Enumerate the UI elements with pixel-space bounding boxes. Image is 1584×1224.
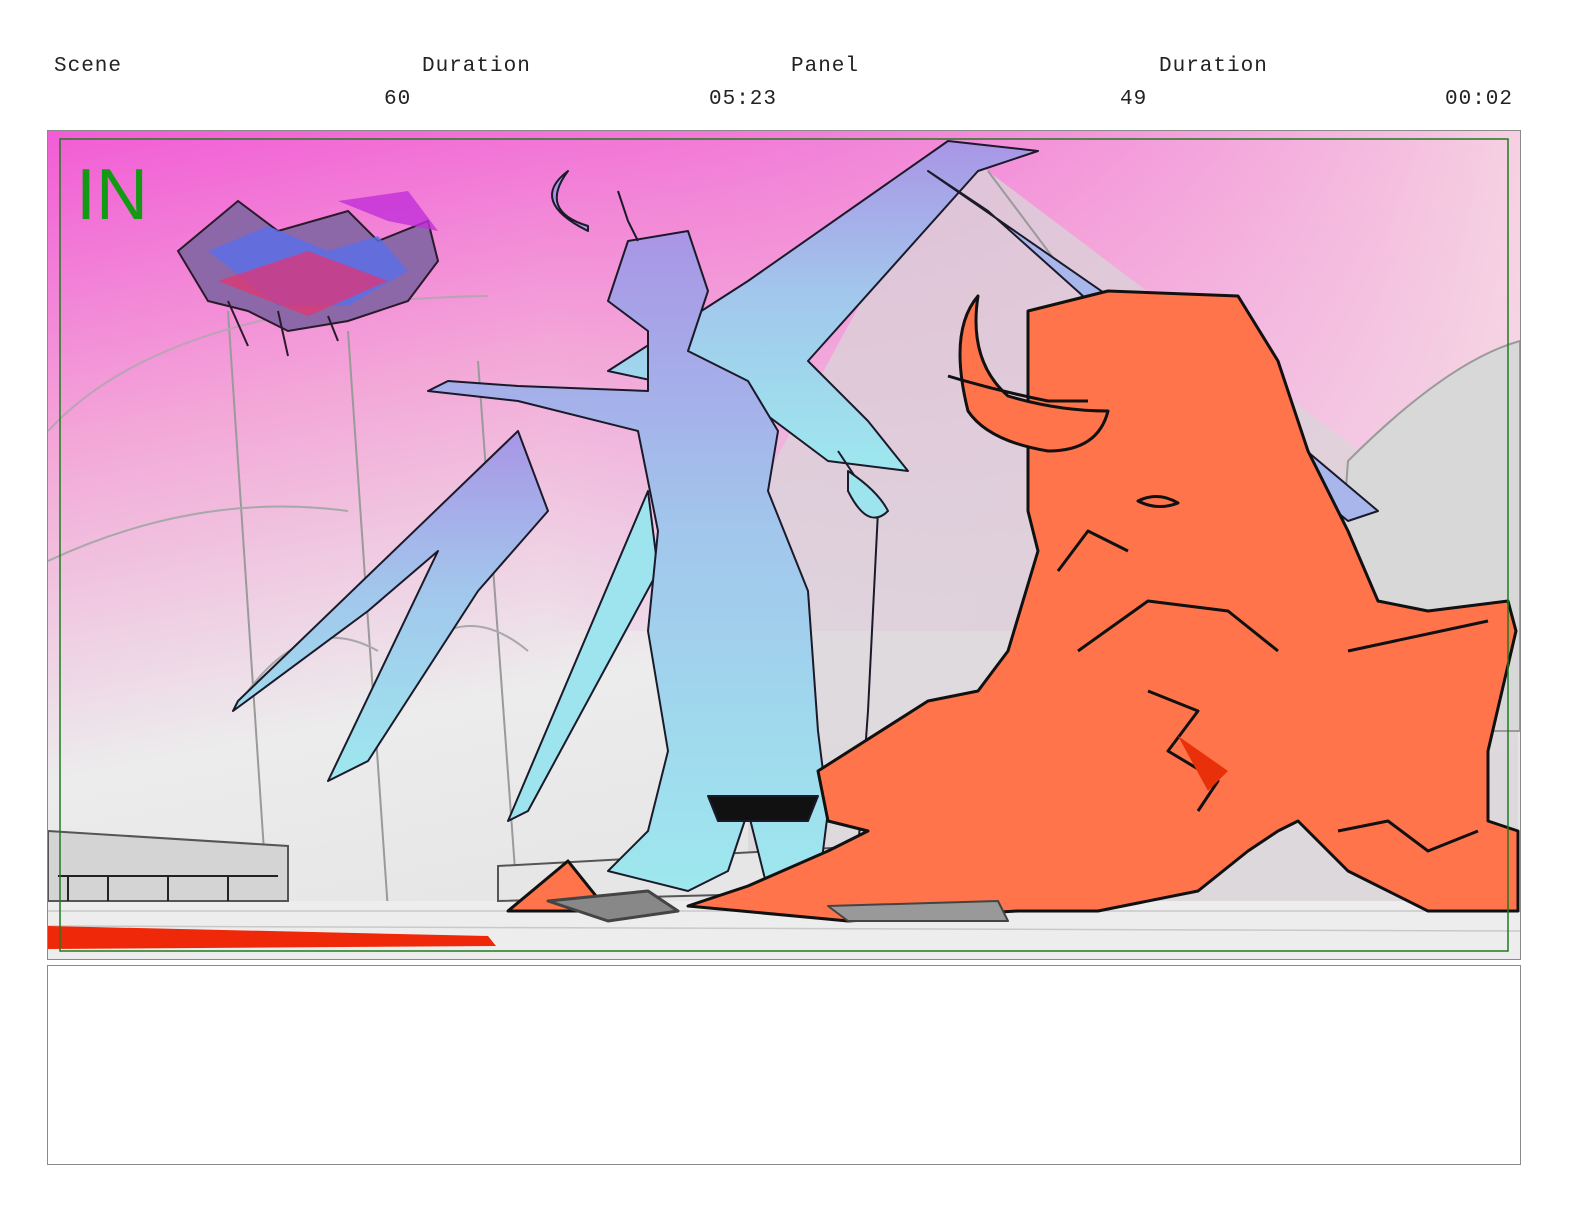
panel-notes-text	[48, 966, 1520, 986]
scene-number: 60	[384, 88, 412, 111]
storyboard-panel: IN	[47, 130, 1521, 960]
panel-label: Panel	[791, 55, 860, 78]
scene-duration-label: Duration	[422, 55, 531, 78]
panel-notes-box[interactable]	[47, 965, 1521, 1165]
panel-artwork	[48, 131, 1520, 959]
scene-duration: 05:23	[709, 88, 778, 111]
panel-duration-label: Duration	[1159, 55, 1268, 78]
panel-number: 49	[1120, 88, 1148, 111]
in-marker: IN	[76, 155, 148, 235]
panel-duration: 00:02	[1445, 88, 1514, 111]
scene-label: Scene	[54, 55, 123, 78]
